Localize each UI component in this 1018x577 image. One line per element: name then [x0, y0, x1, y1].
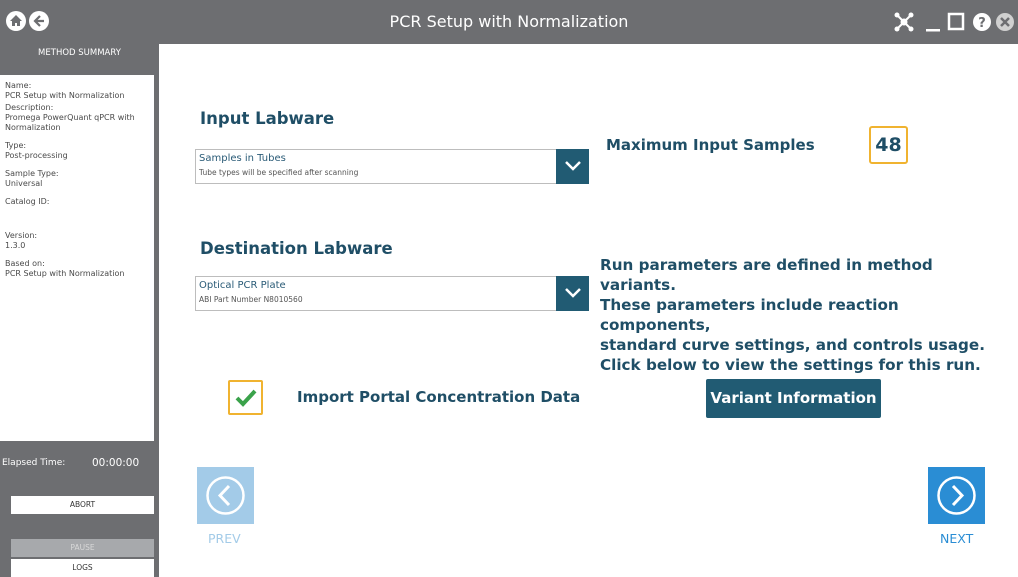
- summary-based-on: Based on: PCR Setup with Normalization: [5, 259, 149, 279]
- prev-button[interactable]: [197, 467, 254, 524]
- summary-value: 1.3.0: [5, 241, 26, 250]
- help-icon[interactable]: ?: [972, 0, 992, 44]
- summary-label: Catalog ID:: [5, 197, 50, 206]
- dropdown-subtext: ABI Part Number N8010560: [199, 295, 303, 304]
- input-labware-title: Input Labware: [200, 109, 335, 128]
- destination-labware-dropdown[interactable]: Optical PCR Plate ABI Part Number N80105…: [195, 276, 589, 311]
- method-summary-sidebar: METHOD SUMMARY Name: PCR Setup with Norm…: [0, 44, 159, 577]
- input-labware-dropdown[interactable]: Samples in Tubes Tube types will be spec…: [195, 149, 589, 184]
- next-button[interactable]: [928, 467, 985, 524]
- run-parameters-text: Run parameters are defined in method var…: [600, 255, 1010, 375]
- chevron-left-icon: [197, 467, 254, 524]
- window-title: PCR Setup with Normalization: [389, 12, 629, 31]
- close-icon[interactable]: [995, 0, 1015, 44]
- run-parameters-line: standard curve settings, and controls us…: [600, 336, 985, 354]
- run-parameters-line: These parameters include reaction compon…: [600, 296, 899, 334]
- chevron-right-icon: [928, 467, 985, 524]
- import-portal-checkbox[interactable]: [228, 380, 263, 415]
- summary-value: Promega PowerQuant qPCR with Normalizati…: [5, 113, 135, 132]
- elapsed-label: Elapsed Time:: [2, 458, 66, 468]
- elapsed-value: 00:00:00: [92, 457, 140, 469]
- logs-button[interactable]: LOGS: [11, 559, 154, 577]
- abort-button[interactable]: ABORT: [11, 496, 154, 514]
- summary-label: Description:: [5, 103, 54, 112]
- max-input-samples-label: Maximum Input Samples: [606, 136, 815, 154]
- run-parameters-line: Run parameters are defined in method var…: [600, 256, 933, 294]
- maximize-icon[interactable]: [947, 0, 965, 44]
- chevron-down-icon[interactable]: [556, 149, 589, 184]
- summary-catalog-id: Catalog ID:: [5, 197, 149, 207]
- dropdown-selected: Optical PCR Plate: [199, 280, 286, 291]
- destination-labware-title: Destination Labware: [200, 239, 393, 258]
- dropdown-subtext: Tube types will be specified after scann…: [199, 168, 359, 177]
- sidebar-header: METHOD SUMMARY: [38, 48, 121, 58]
- method-summary-panel: Name: PCR Setup with Normalization Descr…: [0, 75, 154, 441]
- dropdown-selected: Samples in Tubes: [199, 153, 286, 164]
- summary-label: Sample Type:: [5, 169, 59, 178]
- summary-description: Description: Promega PowerQuant qPCR wit…: [5, 103, 149, 133]
- summary-value: PCR Setup with Normalization: [5, 269, 125, 278]
- max-input-samples-value: 48: [869, 126, 908, 164]
- elapsed-time: Elapsed Time: 00:00:00: [0, 450, 159, 476]
- summary-value: Universal: [5, 179, 43, 188]
- import-portal-label: Import Portal Concentration Data: [297, 388, 581, 406]
- variant-information-button[interactable]: Variant Information: [706, 379, 881, 418]
- prev-label: PREV: [208, 531, 241, 546]
- summary-label: Based on:: [5, 259, 45, 268]
- chevron-down-icon[interactable]: [556, 276, 589, 311]
- summary-label: Type:: [5, 141, 27, 150]
- pause-button[interactable]: PAUSE: [11, 539, 154, 557]
- summary-label: Version:: [5, 231, 38, 240]
- summary-type: Type: Post-processing: [5, 141, 149, 161]
- run-parameters-line: Click below to view the settings for thi…: [600, 356, 981, 374]
- summary-value: PCR Setup with Normalization: [5, 91, 125, 100]
- checkmark-icon: [235, 389, 256, 407]
- summary-value: Post-processing: [5, 151, 68, 160]
- summary-name: Name: PCR Setup with Normalization: [5, 81, 149, 101]
- svg-text:?: ?: [978, 16, 986, 31]
- network-icon[interactable]: [893, 0, 915, 44]
- title-bar: PCR Setup with Normalization ?: [0, 0, 1018, 44]
- summary-version: Version: 1.3.0: [5, 231, 149, 251]
- summary-label: Name:: [5, 81, 32, 90]
- next-label: NEXT: [940, 531, 974, 546]
- summary-sample-type: Sample Type: Universal: [5, 169, 149, 189]
- minimize-icon[interactable]: [925, 0, 941, 44]
